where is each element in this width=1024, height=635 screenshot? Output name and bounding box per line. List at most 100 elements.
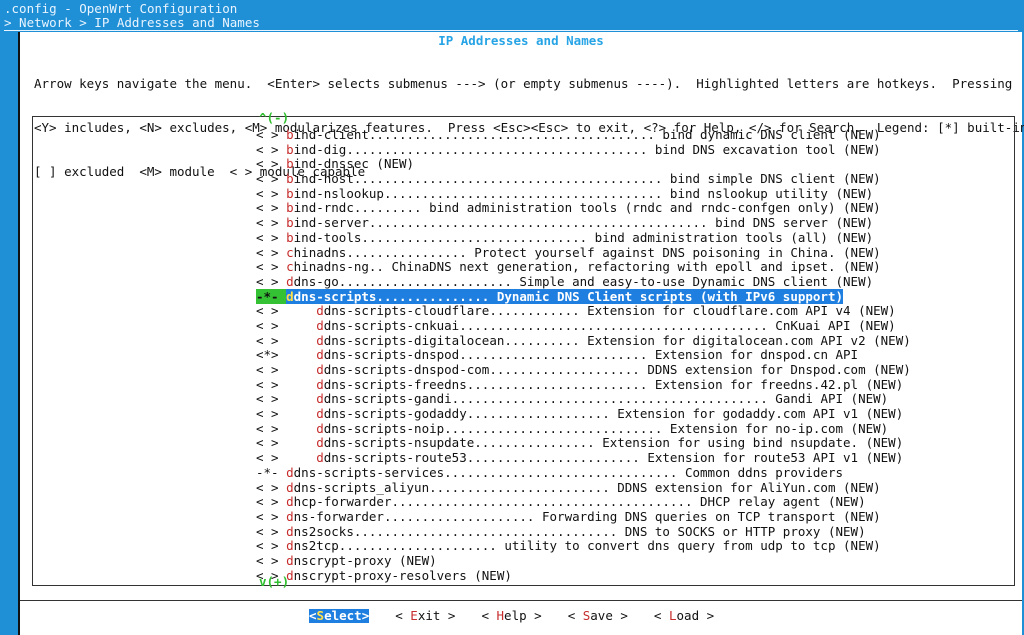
menu-item[interactable]: < > dns2tcp..................... utility… — [256, 538, 911, 554]
menu-item[interactable]: < > bind-server.........................… — [256, 215, 911, 231]
menu-item[interactable]: < > ddns-scripts-route53................… — [256, 450, 911, 466]
menu-item-mark[interactable]: < > — [256, 362, 316, 377]
menu-item-mark[interactable]: < > — [256, 259, 286, 274]
menu-item[interactable]: < > ddns-scripts-digitalocean.......... … — [256, 332, 911, 349]
menu-item-text: < > bind-host...........................… — [256, 171, 881, 186]
menu-item-mark[interactable]: <*> — [256, 347, 316, 362]
menu-item[interactable]: < > ddns-scripts-noip...................… — [256, 420, 911, 437]
menu-item-mark[interactable]: < > — [256, 391, 316, 407]
menu-item-text: < > ddns-scripts-godaddy................… — [256, 406, 903, 421]
menu-item-hotkey: d — [316, 420, 324, 436]
menu-item-label: dns-scripts-freedns.....................… — [323, 376, 904, 392]
load-button[interactable]: < Load > — [654, 609, 714, 623]
menu-item-label: dns-scripts-godaddy................... E… — [323, 406, 904, 422]
menu-item[interactable]: < > ddns-scripts-freedns................… — [256, 376, 911, 393]
menu-item-mark[interactable]: -*- — [256, 288, 287, 304]
menu-item[interactable]: -*- ddns-scripts-services...............… — [256, 465, 911, 481]
menu-item[interactable]: < > dnscrypt-proxy (NEW) — [256, 552, 911, 569]
menu-item-label: ind-nslookup............................… — [293, 185, 874, 201]
menu-item[interactable]: < > ddns-scripts_aliyun.................… — [256, 480, 911, 496]
menu-item[interactable]: < > ddns-scripts-godaddy................… — [256, 406, 911, 422]
menu-item-mark[interactable]: < > — [256, 142, 286, 157]
menu-item-mark[interactable]: < > — [256, 421, 316, 436]
menu-item-mark[interactable]: < > — [256, 509, 286, 524]
menu-item-mark[interactable]: < > — [256, 156, 286, 172]
menu-item-label: ind-dnssec (NEW) — [293, 156, 415, 172]
menu-item[interactable]: < > chinadns-ng.. ChinaDNS next generati… — [256, 259, 911, 275]
menu-item-mark[interactable]: < > — [256, 450, 316, 465]
config-title: .config - OpenWrt Configuration — [4, 1, 238, 16]
menu-item[interactable]: < > bind-dnssec (NEW) — [256, 157, 911, 172]
menu-item[interactable]: <*> ddns-scripts-dnspod.................… — [256, 347, 911, 363]
menu-item-text: < > ddns-scripts_aliyun.................… — [256, 480, 881, 495]
menu-item-mark[interactable]: < > — [256, 494, 286, 509]
button-hotkey: E — [410, 608, 418, 623]
menu-item-hotkey: b — [286, 141, 294, 157]
menu-item-label: dns-scripts-digitalocean.......... Exten… — [323, 332, 911, 348]
menu-item-mark[interactable]: < > — [256, 333, 316, 348]
menu-item[interactable]: < > dns-forwarder.................... Fo… — [256, 508, 911, 525]
menu-item-mark[interactable]: < > — [256, 215, 286, 230]
menu-item-mark[interactable]: < > — [256, 377, 316, 392]
menu-item-hotkey: d — [316, 391, 324, 407]
menu-item[interactable]: < > ddns-scripts-gandi..................… — [256, 392, 911, 407]
menu-item-mark[interactable]: < > — [256, 274, 286, 289]
menu-item-mark[interactable]: < > — [256, 186, 286, 201]
menu-item-mark[interactable]: < > — [256, 538, 286, 553]
menu-item-mark[interactable]: < > — [256, 230, 286, 245]
menu-item-label: ind-tools.............................. … — [293, 229, 874, 245]
menu-item[interactable]: < > bind-rndc......... bind administrati… — [256, 201, 911, 216]
menu-item-mark[interactable]: < > — [256, 480, 286, 495]
menu-item-mark[interactable]: < > — [256, 303, 316, 318]
menuconfig-dialog: IP Addresses and Names Arrow keys naviga… — [18, 32, 1024, 635]
menu-item[interactable]: < > ddns-scripts-dnspod-com.............… — [256, 362, 911, 378]
menu-item[interactable]: < > bind-tools..........................… — [256, 229, 911, 246]
exit-button[interactable]: < Exit > — [395, 609, 455, 623]
menu-list[interactable]: < > bind-client.........................… — [256, 127, 911, 584]
button-hotkey: S — [316, 608, 325, 623]
menu-item-mark[interactable]: < > — [256, 406, 316, 421]
menu-item-mark[interactable]: < > — [256, 524, 286, 539]
save-button[interactable]: < Save > — [568, 609, 628, 623]
menu-item[interactable]: < > bind-nslookup.......................… — [256, 185, 911, 202]
menu-item-label: dns-scripts-cloudflare............ Exten… — [323, 303, 896, 319]
help-button[interactable]: < Help > — [481, 609, 541, 623]
menu-item[interactable]: -*- ddns-scripts............... Dynamic … — [256, 288, 911, 305]
menu-item-label: dns-scripts-gandi.......................… — [323, 391, 889, 407]
menu-item-mark[interactable]: < > — [256, 200, 286, 216]
menu-item-hotkey: d — [286, 523, 294, 539]
menu-item-text: < > bind-server.........................… — [256, 215, 873, 230]
button-label: elp > — [504, 608, 542, 623]
menu-item[interactable]: < > bind-client.........................… — [256, 127, 911, 143]
menu-item-hotkey: d — [286, 288, 294, 304]
menu-item-hotkey: d — [286, 479, 294, 495]
help-line: Arrow keys navigate the menu. <Enter> se… — [34, 76, 1013, 92]
scroll-up-indicator: ^(-) — [259, 110, 290, 125]
menu-item-hotkey: d — [286, 508, 294, 524]
select-button[interactable]: <Select> — [309, 608, 370, 623]
menu-item[interactable]: < > ddns-go....................... Simpl… — [256, 274, 911, 290]
menu-item[interactable]: < > ddns-scripts-cnkuai.................… — [256, 317, 911, 334]
menu-item[interactable]: < > bind-dig............................… — [256, 142, 911, 158]
menu-item-mark[interactable]: -*- — [256, 465, 286, 480]
menu-item[interactable]: < > bind-host...........................… — [256, 171, 911, 187]
menu-item-text: -*- ddns-scripts-services...............… — [256, 465, 843, 480]
menu-item[interactable]: < > dns2socks...........................… — [256, 523, 911, 540]
menu-item-mark[interactable]: < > — [256, 318, 316, 333]
menu-item-hotkey: d — [286, 464, 294, 480]
menu-item-mark[interactable]: < > — [256, 127, 286, 142]
menu-item[interactable]: < > dnscrypt-proxy-resolvers (NEW) — [256, 568, 911, 584]
menu-item-mark[interactable]: < > — [256, 171, 286, 186]
menu-item[interactable]: < > ddns-scripts-cloudflare............ … — [256, 303, 911, 319]
menu-item[interactable]: < > ddns-scripts-nsupdate...............… — [256, 436, 911, 451]
menu-item-label: nscrypt-proxy (NEW) — [293, 552, 437, 568]
menu-item-text: < > ddns-scripts-gandi..................… — [256, 391, 889, 407]
menu-item[interactable]: < > chinadns................ Protect you… — [256, 245, 911, 261]
menu-item-text: < > bind-dig............................… — [256, 142, 881, 157]
menu-box[interactable]: ^(-) < > bind-client....................… — [32, 111, 1015, 589]
menu-item-label: dns-scripts-cnkuai......................… — [323, 317, 896, 333]
menu-item-mark[interactable]: < > — [256, 245, 286, 260]
menu-item-mark[interactable]: < > — [256, 435, 316, 451]
menu-item-mark[interactable]: < > — [256, 553, 286, 568]
menu-item[interactable]: < > dhcp-forwarder......................… — [256, 494, 911, 510]
